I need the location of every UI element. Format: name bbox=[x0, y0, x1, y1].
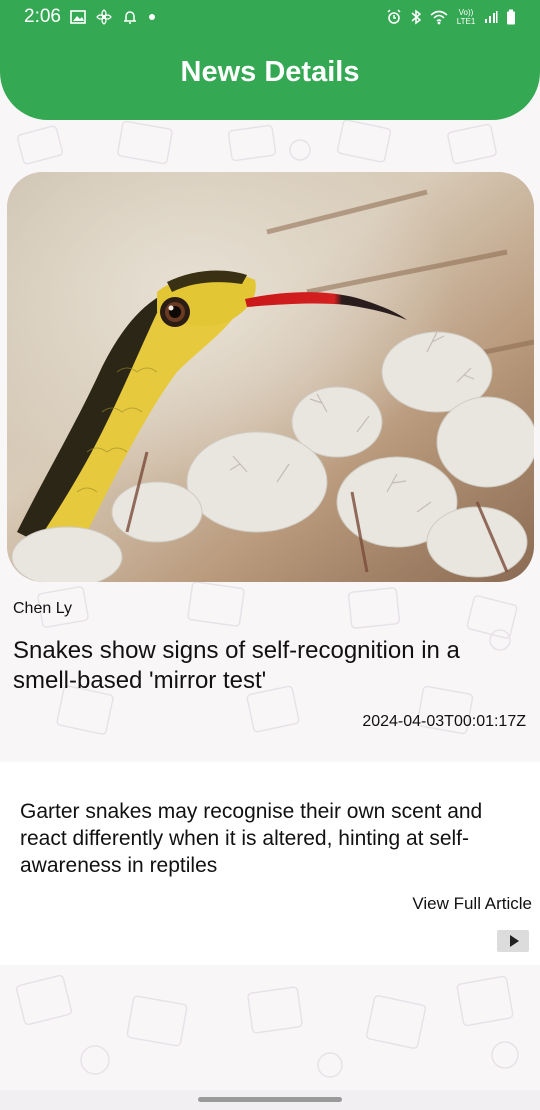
signal-icon bbox=[485, 11, 498, 23]
article-description: Garter snakes may recognise their own sc… bbox=[20, 800, 483, 877]
image-icon bbox=[70, 10, 86, 24]
battery-icon bbox=[507, 9, 515, 25]
page-title: News Details bbox=[180, 56, 360, 88]
pinwheel-icon bbox=[96, 9, 112, 25]
bell-icon bbox=[124, 11, 136, 24]
wifi-icon bbox=[430, 10, 448, 25]
article-image[interactable] bbox=[7, 172, 534, 582]
view-full-article-link[interactable]: View Full Article bbox=[412, 894, 532, 914]
status-time: 2:06 bbox=[24, 6, 61, 27]
play-button[interactable] bbox=[497, 930, 529, 952]
home-gesture-handle[interactable] bbox=[198, 1097, 342, 1102]
play-icon bbox=[509, 935, 519, 947]
dot-icon bbox=[149, 14, 155, 20]
article-headline: Snakes show signs of self-recognition in… bbox=[13, 637, 460, 694]
article-author: Chen Ly bbox=[13, 600, 72, 617]
bluetooth-icon bbox=[411, 9, 422, 25]
article-date: 2024-04-03T00:01:17Z bbox=[362, 713, 526, 730]
alarm-icon bbox=[387, 9, 401, 24]
status-left-icons bbox=[70, 6, 156, 28]
snake-photo bbox=[7, 172, 534, 582]
status-right-icons: Vo)) LTE1 bbox=[386, 6, 516, 28]
volte-icon: Vo)) LTE1 bbox=[456, 8, 476, 26]
status-bar: 2:06 Vo)) LTE1 bbox=[0, 0, 540, 34]
